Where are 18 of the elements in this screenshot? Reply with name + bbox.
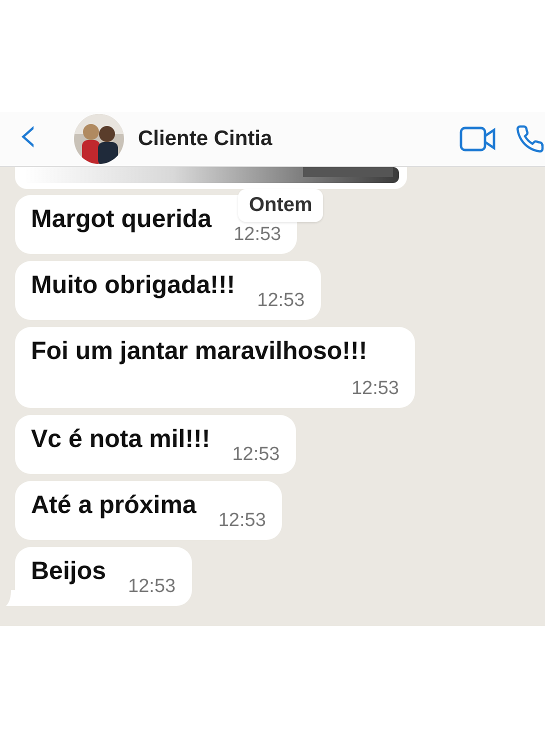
image-message[interactable] (15, 167, 407, 189)
date-chip: Ontem (238, 189, 324, 222)
back-button[interactable]: ‹ (8, 115, 48, 163)
message-text: Foi um jantar maravilhoso!!! (31, 337, 368, 367)
message-text: Muito obrigada!!! (31, 271, 236, 301)
contact-name: Cliente Cintia (138, 127, 274, 151)
message-text: Beijos (31, 557, 106, 587)
message-text: Vc é nota mil!!! (31, 425, 210, 455)
phone-icon[interactable] (515, 124, 545, 154)
message-time: 12:53 (128, 576, 176, 598)
message-time: 12:53 (351, 378, 399, 400)
message-time: 12:53 (257, 290, 305, 312)
message-text: Até a próxima (31, 491, 196, 521)
message-time: 12:53 (218, 510, 266, 532)
message-text: Margot querida (31, 205, 212, 235)
message-time: 12:53 (234, 224, 282, 246)
message-time: 12:53 (232, 444, 280, 466)
video-call-icon[interactable] (459, 126, 497, 152)
